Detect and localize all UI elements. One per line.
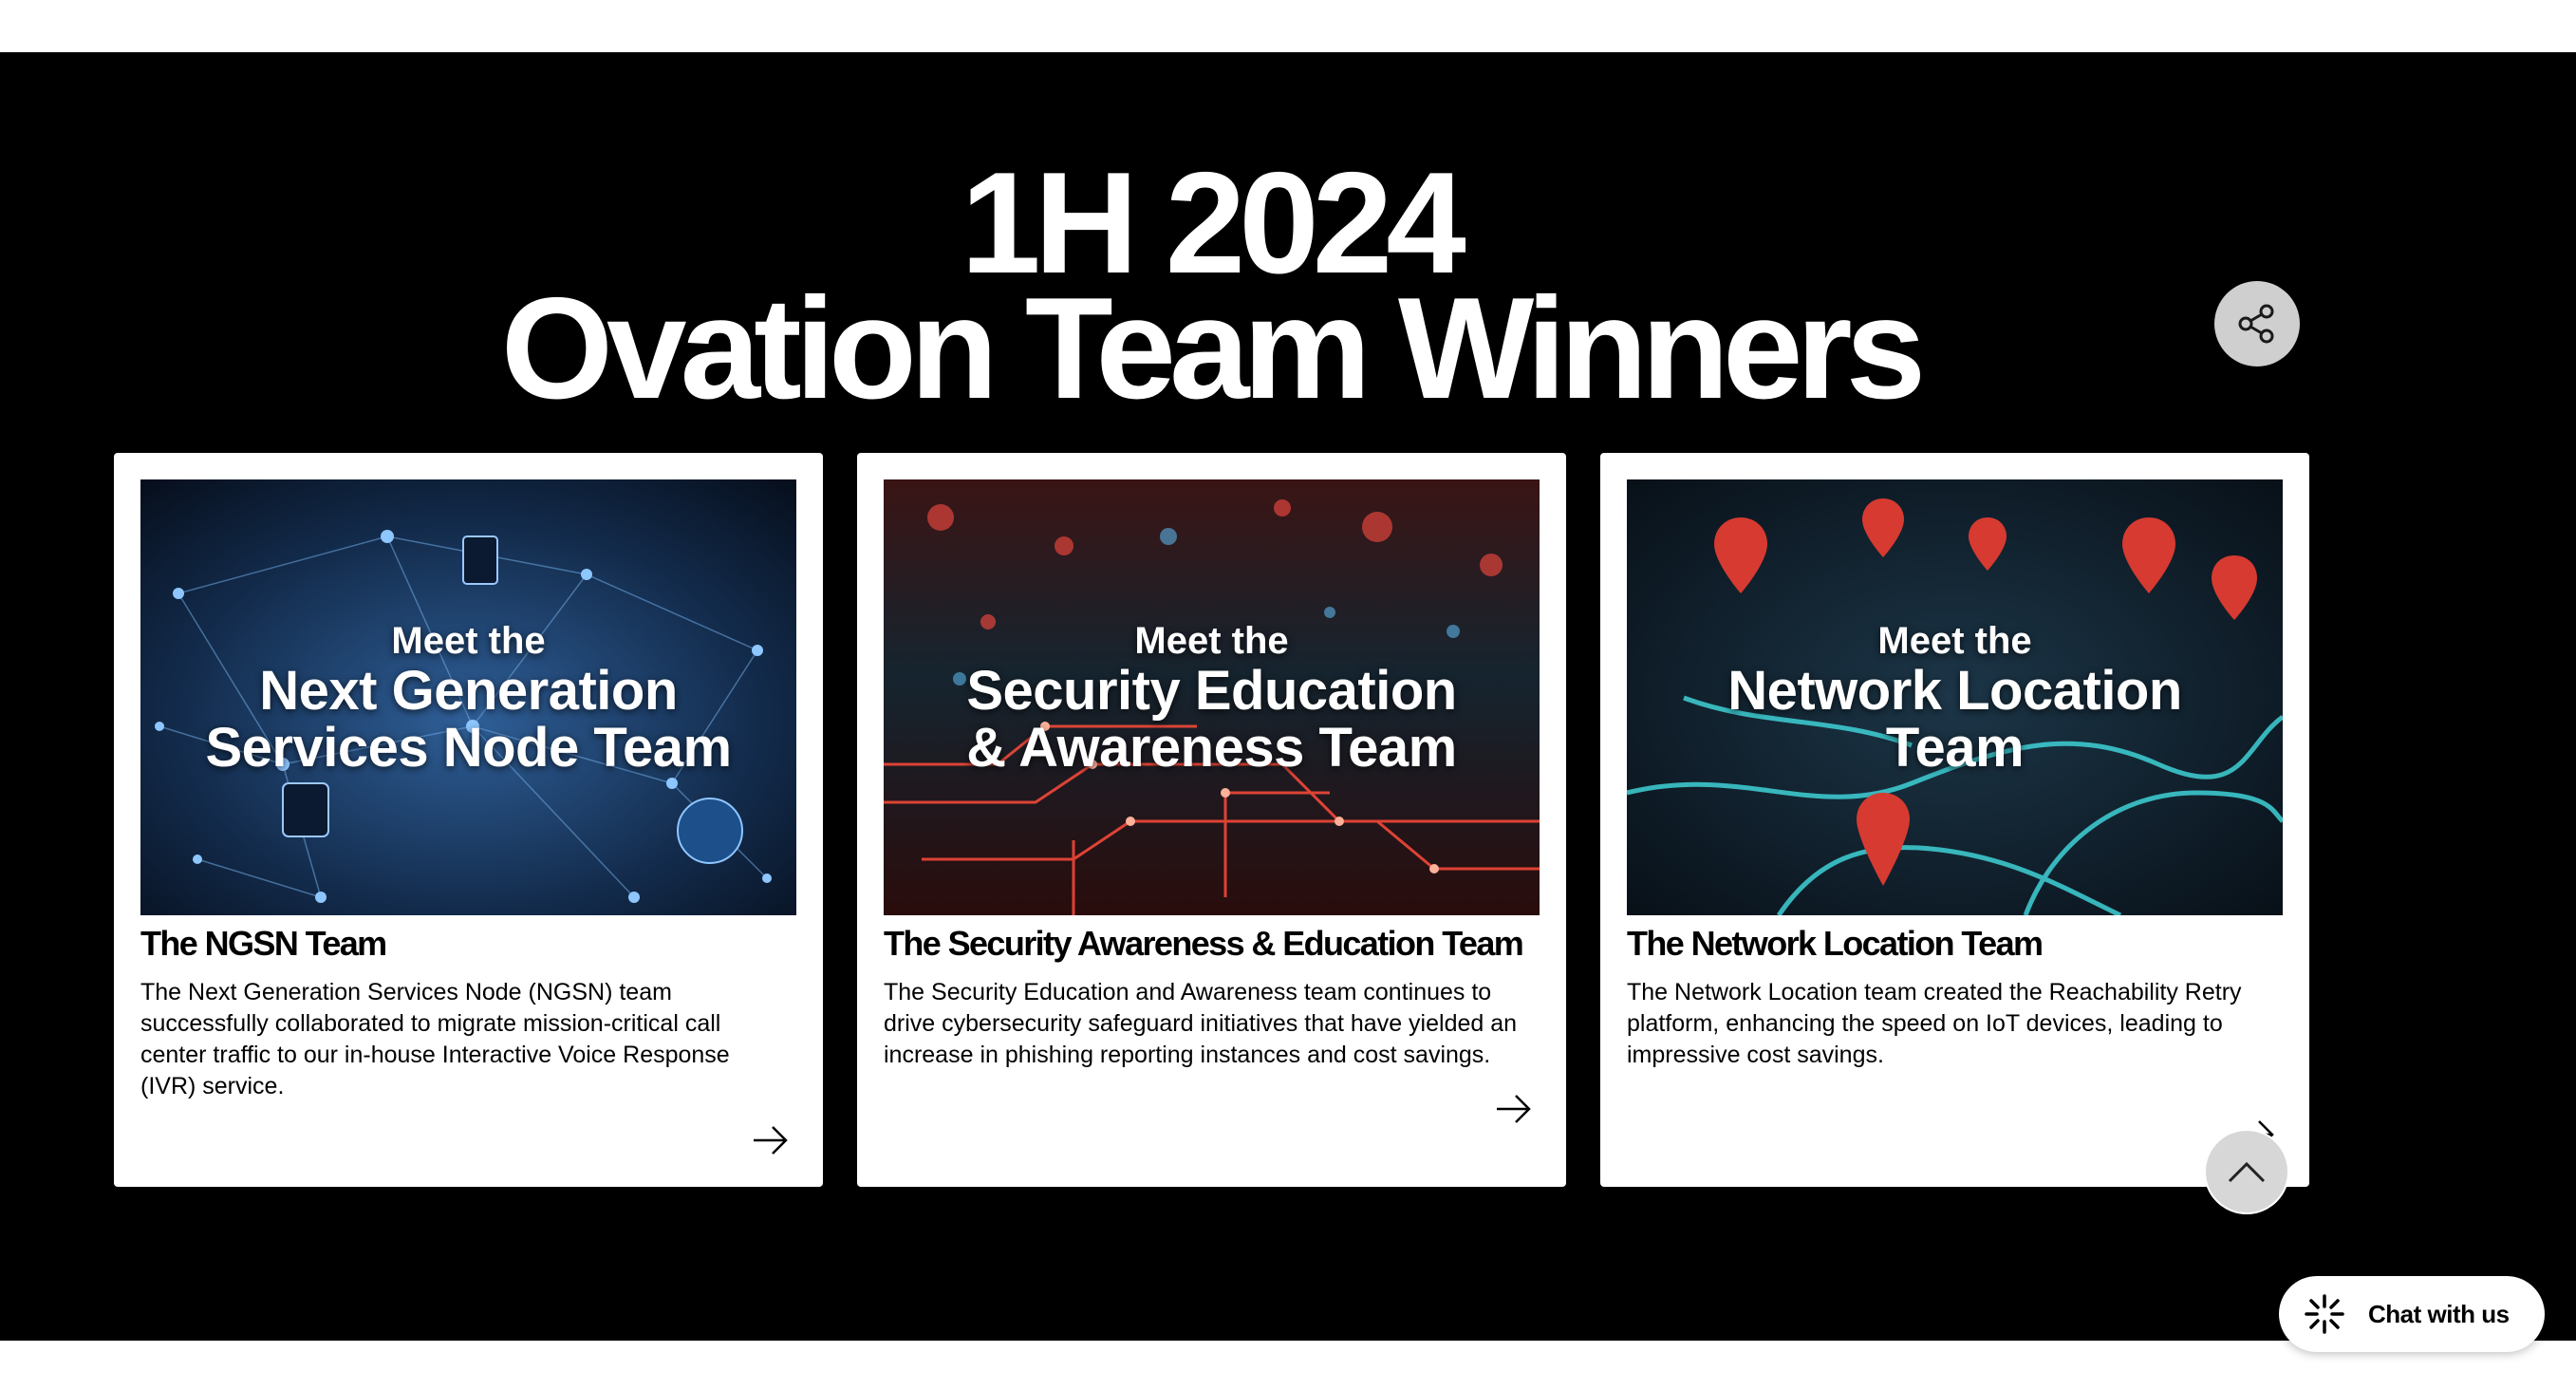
- headline-title: Ovation Team Winners: [500, 268, 1926, 429]
- card-image-caption-line2: & Awareness Team: [966, 716, 1457, 779]
- card-image-caption-line1: Network Location: [1727, 659, 2182, 722]
- team-card-security[interactable]: Meet the Security Education & Awareness …: [857, 453, 1566, 1187]
- card-image-caption-small: Meet the: [1134, 619, 1289, 662]
- arrow-right-icon[interactable]: [1493, 1088, 1535, 1130]
- arrow-right-icon[interactable]: [750, 1119, 792, 1161]
- card-title: The Network Location Team: [1627, 924, 2044, 963]
- card-description: The Next Generation Services Node (NGSN)…: [140, 979, 730, 1099]
- card-image-caption-line2: Team: [1885, 716, 2025, 779]
- card-description: The Network Location team created the Re…: [1627, 979, 2242, 1068]
- card-image-ngsn: Meet the Next Generation Services Node T…: [140, 479, 796, 915]
- share-button[interactable]: [2214, 281, 2300, 366]
- card-description: The Security Education and Awareness tea…: [884, 979, 1518, 1068]
- chevron-up-icon: [2228, 1161, 2266, 1183]
- card-image-caption-line2: Services Node Team: [205, 716, 732, 779]
- chat-label: Chat with us: [2368, 1299, 2510, 1328]
- sparkle-icon: [2305, 1294, 2344, 1334]
- chat-with-us-button[interactable]: Chat with us: [2279, 1276, 2545, 1352]
- card-image-caption-small: Meet the: [391, 619, 546, 662]
- card-image-caption-small: Meet the: [1877, 619, 2032, 662]
- scroll-to-top-button[interactable]: [2204, 1129, 2289, 1214]
- card-image-security: Meet the Security Education & Awareness …: [884, 479, 1540, 915]
- card-title: The Security Awareness & Education Team: [884, 924, 1524, 963]
- card-image-caption-line1: Security Education: [966, 659, 1457, 722]
- share-icon: [2238, 304, 2274, 344]
- card-image-caption-line1: Next Generation: [259, 659, 678, 722]
- card-title: The NGSN Team: [140, 924, 387, 963]
- card-image-network-location: Meet the Network Location Team: [1627, 479, 2283, 915]
- team-card-ngsn[interactable]: Meet the Next Generation Services Node T…: [114, 453, 823, 1187]
- team-card-network-location[interactable]: Meet the Network Location Team The Netwo…: [1600, 453, 2309, 1187]
